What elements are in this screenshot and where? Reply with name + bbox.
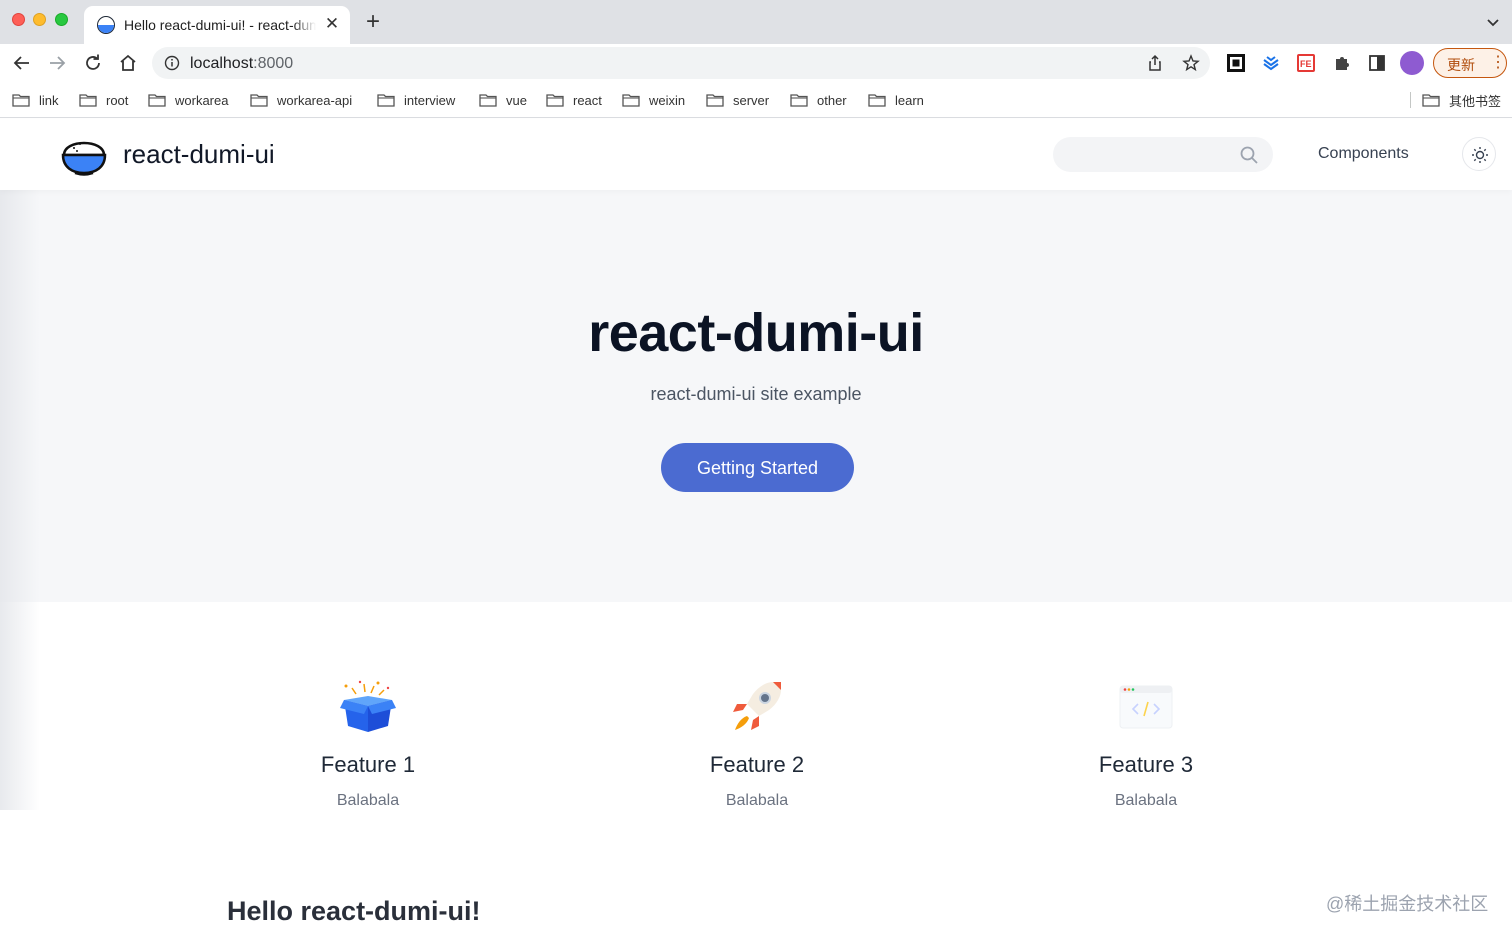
bookmark-folder-weixin[interactable]: weixin — [622, 90, 685, 110]
folder-icon — [868, 94, 886, 107]
reload-icon[interactable] — [82, 52, 104, 74]
hero-description: react-dumi-ui site example — [650, 384, 862, 404]
gift-box-icon — [340, 680, 396, 732]
window-maximize-button[interactable] — [55, 13, 68, 26]
extension-qr-icon[interactable] — [1226, 53, 1246, 73]
extension-fe-icon[interactable]: FE — [1296, 53, 1316, 73]
tab-close-icon[interactable]: ✕ — [322, 14, 342, 34]
bookmark-label: link — [39, 92, 59, 108]
hero-title: react-dumi-ui — [588, 303, 924, 363]
bookmark-folder-root[interactable]: root — [79, 90, 128, 110]
feature-description: Balabala — [725, 792, 789, 809]
favicon-icon — [97, 16, 115, 34]
forward-arrow-icon[interactable] — [46, 52, 68, 74]
feature-title: Feature 2 — [709, 752, 805, 777]
nav-link-components[interactable]: Components — [1318, 145, 1409, 163]
rice-bowl-logo-icon[interactable] — [60, 133, 108, 177]
folder-icon — [1422, 94, 1440, 107]
search-input[interactable] — [1053, 137, 1273, 172]
update-label: 更新 — [1447, 57, 1475, 73]
url-port: :8000 — [253, 55, 294, 72]
folder-icon — [377, 94, 395, 107]
window-close-button[interactable] — [12, 13, 25, 26]
bookmark-star-icon[interactable] — [1182, 54, 1200, 72]
browser-toolbar: localhost:8000 FE 更新 ⋮ — [0, 44, 1512, 82]
watermark: @稀土掘金技术社区 — [1326, 894, 1489, 914]
back-arrow-icon[interactable] — [11, 52, 33, 74]
bookmark-label: weixin — [649, 92, 686, 108]
folder-icon — [148, 94, 166, 107]
folder-icon — [79, 94, 97, 107]
site-info-icon[interactable] — [164, 55, 180, 71]
bookmark-folder-workarea[interactable]: workarea — [148, 90, 228, 110]
home-icon[interactable] — [117, 52, 139, 74]
svg-text:FE: FE — [1300, 59, 1312, 69]
bookmarks-divider — [1410, 92, 1411, 108]
bookmark-label: server — [733, 92, 770, 108]
folder-icon — [250, 94, 268, 107]
feature-description: Balabala — [1114, 792, 1178, 809]
extension-layers-icon[interactable] — [1261, 53, 1281, 73]
bookmark-label: learn — [895, 92, 924, 108]
url-text[interactable]: localhost:8000 — [190, 55, 293, 73]
code-window-icon — [1119, 685, 1173, 729]
site-header: react-dumi-ui Components — [0, 119, 1512, 190]
sun-icon — [1472, 147, 1488, 163]
feature-title: Feature 3 — [1098, 752, 1194, 777]
bookmark-label: root — [106, 92, 129, 108]
bookmark-label: react — [573, 92, 602, 108]
folder-icon — [479, 94, 497, 107]
bookmark-folder-link[interactable]: link — [12, 90, 59, 110]
bookmark-label: workarea-api — [277, 92, 353, 108]
folder-icon — [622, 94, 640, 107]
feature-title: Feature 1 — [320, 752, 416, 777]
content-heading: Hello react-dumi-ui! — [227, 896, 481, 926]
update-button[interactable]: 更新 ⋮ — [1433, 48, 1507, 78]
bookmark-folder-interview[interactable]: interview — [377, 90, 455, 110]
address-bar[interactable]: localhost:8000 — [152, 47, 1210, 79]
theme-toggle-button[interactable] — [1462, 137, 1496, 171]
tab-search-chevron-icon[interactable] — [1484, 14, 1502, 32]
folder-icon — [12, 94, 30, 107]
getting-started-button[interactable]: Getting Started — [661, 443, 854, 492]
window-minimize-button[interactable] — [33, 13, 46, 26]
browser-tab-bar: Hello react-dumi-ui! - react-dumi-ui ✕ + — [0, 0, 1512, 44]
bookmark-label: other — [817, 92, 847, 108]
site-name[interactable]: react-dumi-ui — [123, 139, 275, 170]
more-menu-icon: ⋮ — [1490, 54, 1506, 71]
bookmark-folder-server[interactable]: server — [706, 90, 769, 110]
search-icon — [1240, 146, 1258, 164]
extensions-puzzle-icon[interactable] — [1332, 53, 1352, 73]
url-host: localhost — [190, 55, 254, 72]
feature-description: Balabala — [336, 792, 400, 809]
bookmark-label: 其他书签 — [1449, 93, 1502, 109]
bookmark-folder-other[interactable]: other — [790, 90, 847, 110]
profile-avatar[interactable] — [1400, 51, 1424, 75]
folder-icon — [546, 94, 564, 107]
share-icon[interactable] — [1146, 54, 1164, 72]
bookmark-folder-learn[interactable]: learn — [868, 90, 924, 110]
bookmark-folder-workarea-api[interactable]: workarea-api — [250, 90, 352, 110]
new-tab-icon[interactable]: + — [362, 10, 384, 34]
left-edge-shade — [0, 190, 40, 810]
tab-title: Hello react-dumi-ui! - react-dumi-ui — [124, 17, 316, 33]
bookmarks-bar: link root workarea workarea-api intervie… — [0, 82, 1512, 118]
bookmark-folder-other-bookmarks[interactable]: 其他书签 — [1422, 90, 1501, 110]
browser-tab-active[interactable]: Hello react-dumi-ui! - react-dumi-ui ✕ — [84, 6, 350, 44]
bookmark-folder-vue[interactable]: vue — [479, 90, 527, 110]
getting-started-label: Getting Started — [696, 458, 819, 478]
bookmark-label: interview — [404, 92, 456, 108]
bookmark-label: vue — [506, 92, 527, 108]
bookmark-folder-react[interactable]: react — [546, 90, 602, 110]
folder-icon — [790, 94, 808, 107]
side-panel-icon[interactable] — [1367, 53, 1387, 73]
bookmark-label: workarea — [175, 92, 229, 108]
rocket-icon — [733, 682, 781, 730]
folder-icon — [706, 94, 724, 107]
